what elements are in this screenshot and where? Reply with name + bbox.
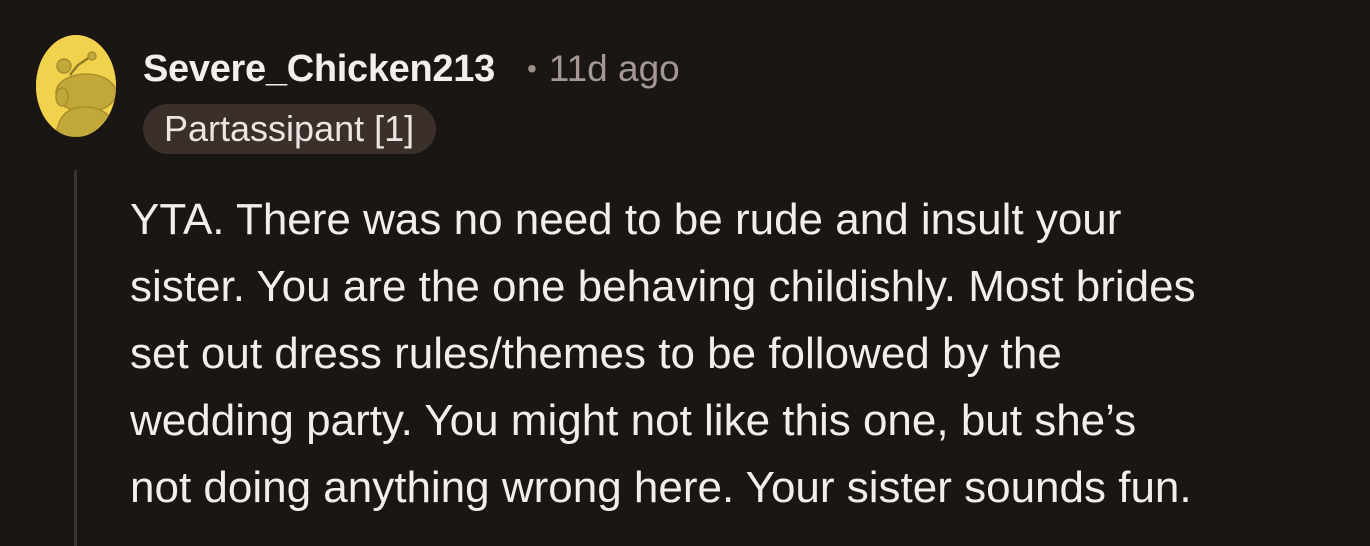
user-flair: Partassipant [1] — [143, 104, 437, 154]
comment: Severe_Chicken213 • 11d ago Partassipant… — [0, 0, 1370, 546]
thread-line[interactable] — [74, 170, 77, 546]
comment-body: YTA. There was no need to be rude and in… — [130, 195, 1196, 512]
comment-header: Severe_Chicken213 • 11d ago — [143, 44, 680, 94]
timestamp[interactable]: 11d ago — [549, 48, 680, 90]
avatar[interactable] — [36, 35, 116, 137]
snoo-avatar-icon — [36, 35, 116, 137]
separator-dot: • — [526, 53, 537, 84]
username[interactable]: Severe_Chicken213 — [143, 48, 495, 91]
